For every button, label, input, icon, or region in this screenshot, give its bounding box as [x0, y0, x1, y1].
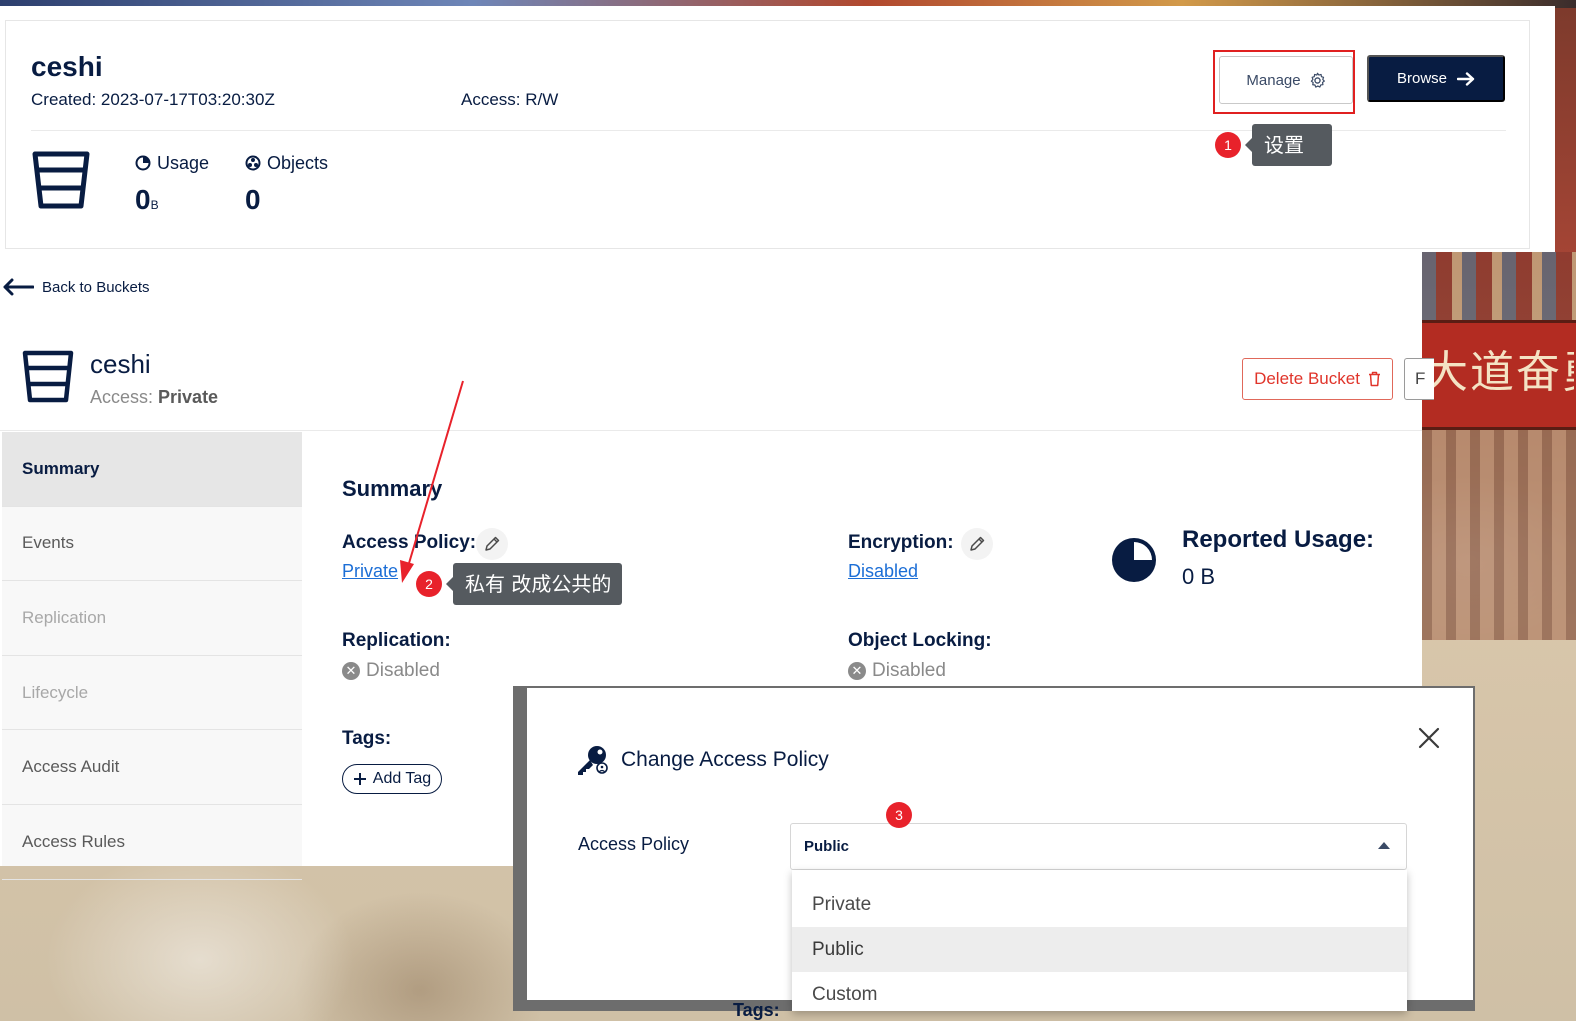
modal-title-text: Change Access Policy	[621, 748, 829, 771]
access-policy-select-value: Public	[804, 838, 850, 855]
annotation-badge-2: 2	[416, 571, 442, 597]
dropdown-option-private[interactable]: Private	[792, 882, 1407, 927]
objects-label: Objects	[267, 153, 329, 173]
object-locking-label: Object Locking:	[848, 630, 992, 651]
browse-button[interactable]: Browse	[1367, 55, 1505, 102]
caret-up-icon	[1378, 842, 1390, 849]
pie-chart-icon	[135, 155, 151, 171]
encryption-value-link[interactable]: Disabled	[848, 561, 918, 582]
add-tag-label: Add Tag	[372, 770, 432, 787]
access-policy-field-label: Access Policy	[578, 834, 690, 854]
usage-unit: B	[150, 198, 159, 212]
add-tag-button[interactable]: Add Tag	[342, 764, 442, 794]
arrow-left-icon	[3, 278, 34, 296]
plus-icon	[353, 773, 366, 785]
usage-stat-label: Usage	[135, 153, 209, 174]
delete-bucket-label: Delete Bucket	[1254, 369, 1360, 388]
refresh-button-partial[interactable]: F	[1404, 358, 1434, 400]
pencil-icon	[970, 536, 985, 551]
annotation-tooltip-2: 私有 改成公共的	[446, 563, 622, 605]
access-policy-dropdown: Private Public Custom	[792, 870, 1407, 1011]
tags-label: Tags:	[342, 728, 392, 749]
annotation-arrow	[400, 380, 464, 583]
background-sign-text: 大道奋勇前	[1424, 347, 1574, 398]
objects-icon	[245, 155, 261, 171]
sidenav-item-lifecycle: Lifecycle	[2, 656, 302, 731]
browse-button-label: Browse	[1396, 70, 1448, 87]
back-to-buckets-label: Back to Buckets	[42, 278, 150, 296]
bucket-icon	[22, 350, 74, 403]
replication-status-text: Disabled	[366, 660, 440, 681]
annotation-tooltip-1: 设置	[1245, 124, 1332, 166]
sidenav-item-replication: Replication	[2, 581, 302, 656]
back-to-buckets-link[interactable]: Back to Buckets	[2, 278, 150, 296]
reported-usage-pie-icon	[1112, 538, 1156, 582]
object-locking-status: ✕ Disabled	[848, 660, 946, 682]
gear-icon	[1310, 72, 1325, 88]
background-buildings	[1422, 252, 1576, 320]
objects-value: 0	[245, 184, 261, 215]
edit-encryption-button[interactable]	[961, 528, 993, 560]
annotation-badge-1: 1	[1215, 132, 1241, 158]
usage-label: Usage	[157, 153, 210, 173]
bucket-card-created: Created: 2023-07-17T03:20:30Z	[31, 90, 275, 109]
tags-label-partial: Tags:	[733, 1000, 780, 1020]
sidenav-item-events[interactable]: Events	[2, 507, 302, 582]
arrow-right-icon	[1457, 71, 1475, 86]
sidenav-item-access-audit[interactable]: Access Audit	[2, 730, 302, 805]
x-circle-icon: ✕	[342, 662, 360, 680]
bucket-access-prefix: Access:	[90, 387, 159, 407]
replication-status: ✕ Disabled	[342, 660, 440, 682]
edit-access-policy-button[interactable]	[476, 528, 508, 560]
pencil-icon	[485, 536, 500, 551]
bucket-title: ceshi	[90, 349, 151, 379]
bucket-access: Access: Private	[90, 387, 218, 408]
bucket-card-access: Access: R/W	[461, 90, 559, 109]
encryption-label: Encryption:	[848, 532, 954, 553]
detail-divider	[0, 430, 1422, 431]
close-icon[interactable]	[1417, 726, 1441, 750]
modal-title: Change Access Policy	[575, 744, 829, 776]
reported-usage-label: Reported Usage:	[1182, 526, 1375, 553]
bucket-icon	[32, 151, 90, 209]
bucket-access-value: Private	[158, 387, 219, 407]
sidenav-item-access-rules[interactable]: Access Rules	[2, 805, 302, 880]
trash-icon	[1368, 371, 1380, 387]
bucket-card-title: ceshi	[31, 51, 103, 82]
usage-number: 0	[135, 184, 151, 215]
object-locking-status-text: Disabled	[872, 660, 946, 681]
manage-button[interactable]: Manage	[1219, 56, 1353, 104]
objects-stat-label: Objects	[245, 153, 328, 174]
sidenav-item-summary[interactable]: Summary	[2, 432, 302, 507]
background-wall	[1422, 430, 1576, 640]
bucket-sidenav: Summary Events Replication Lifecycle Acc…	[2, 432, 302, 880]
usage-value: 0B	[135, 184, 159, 216]
replication-label: Replication:	[342, 630, 451, 651]
annotation-badge-3: 3	[886, 802, 912, 828]
x-circle-icon: ✕	[848, 662, 866, 680]
delete-bucket-button[interactable]: Delete Bucket	[1242, 358, 1393, 400]
manage-button-label: Manage	[1246, 71, 1301, 89]
key-icon	[578, 746, 608, 775]
reported-usage-value: 0 B	[1182, 564, 1216, 589]
access-policy-select[interactable]: Public	[790, 823, 1407, 870]
dropdown-option-custom[interactable]: Custom	[792, 972, 1407, 1017]
dropdown-option-public[interactable]: Public	[792, 927, 1407, 972]
